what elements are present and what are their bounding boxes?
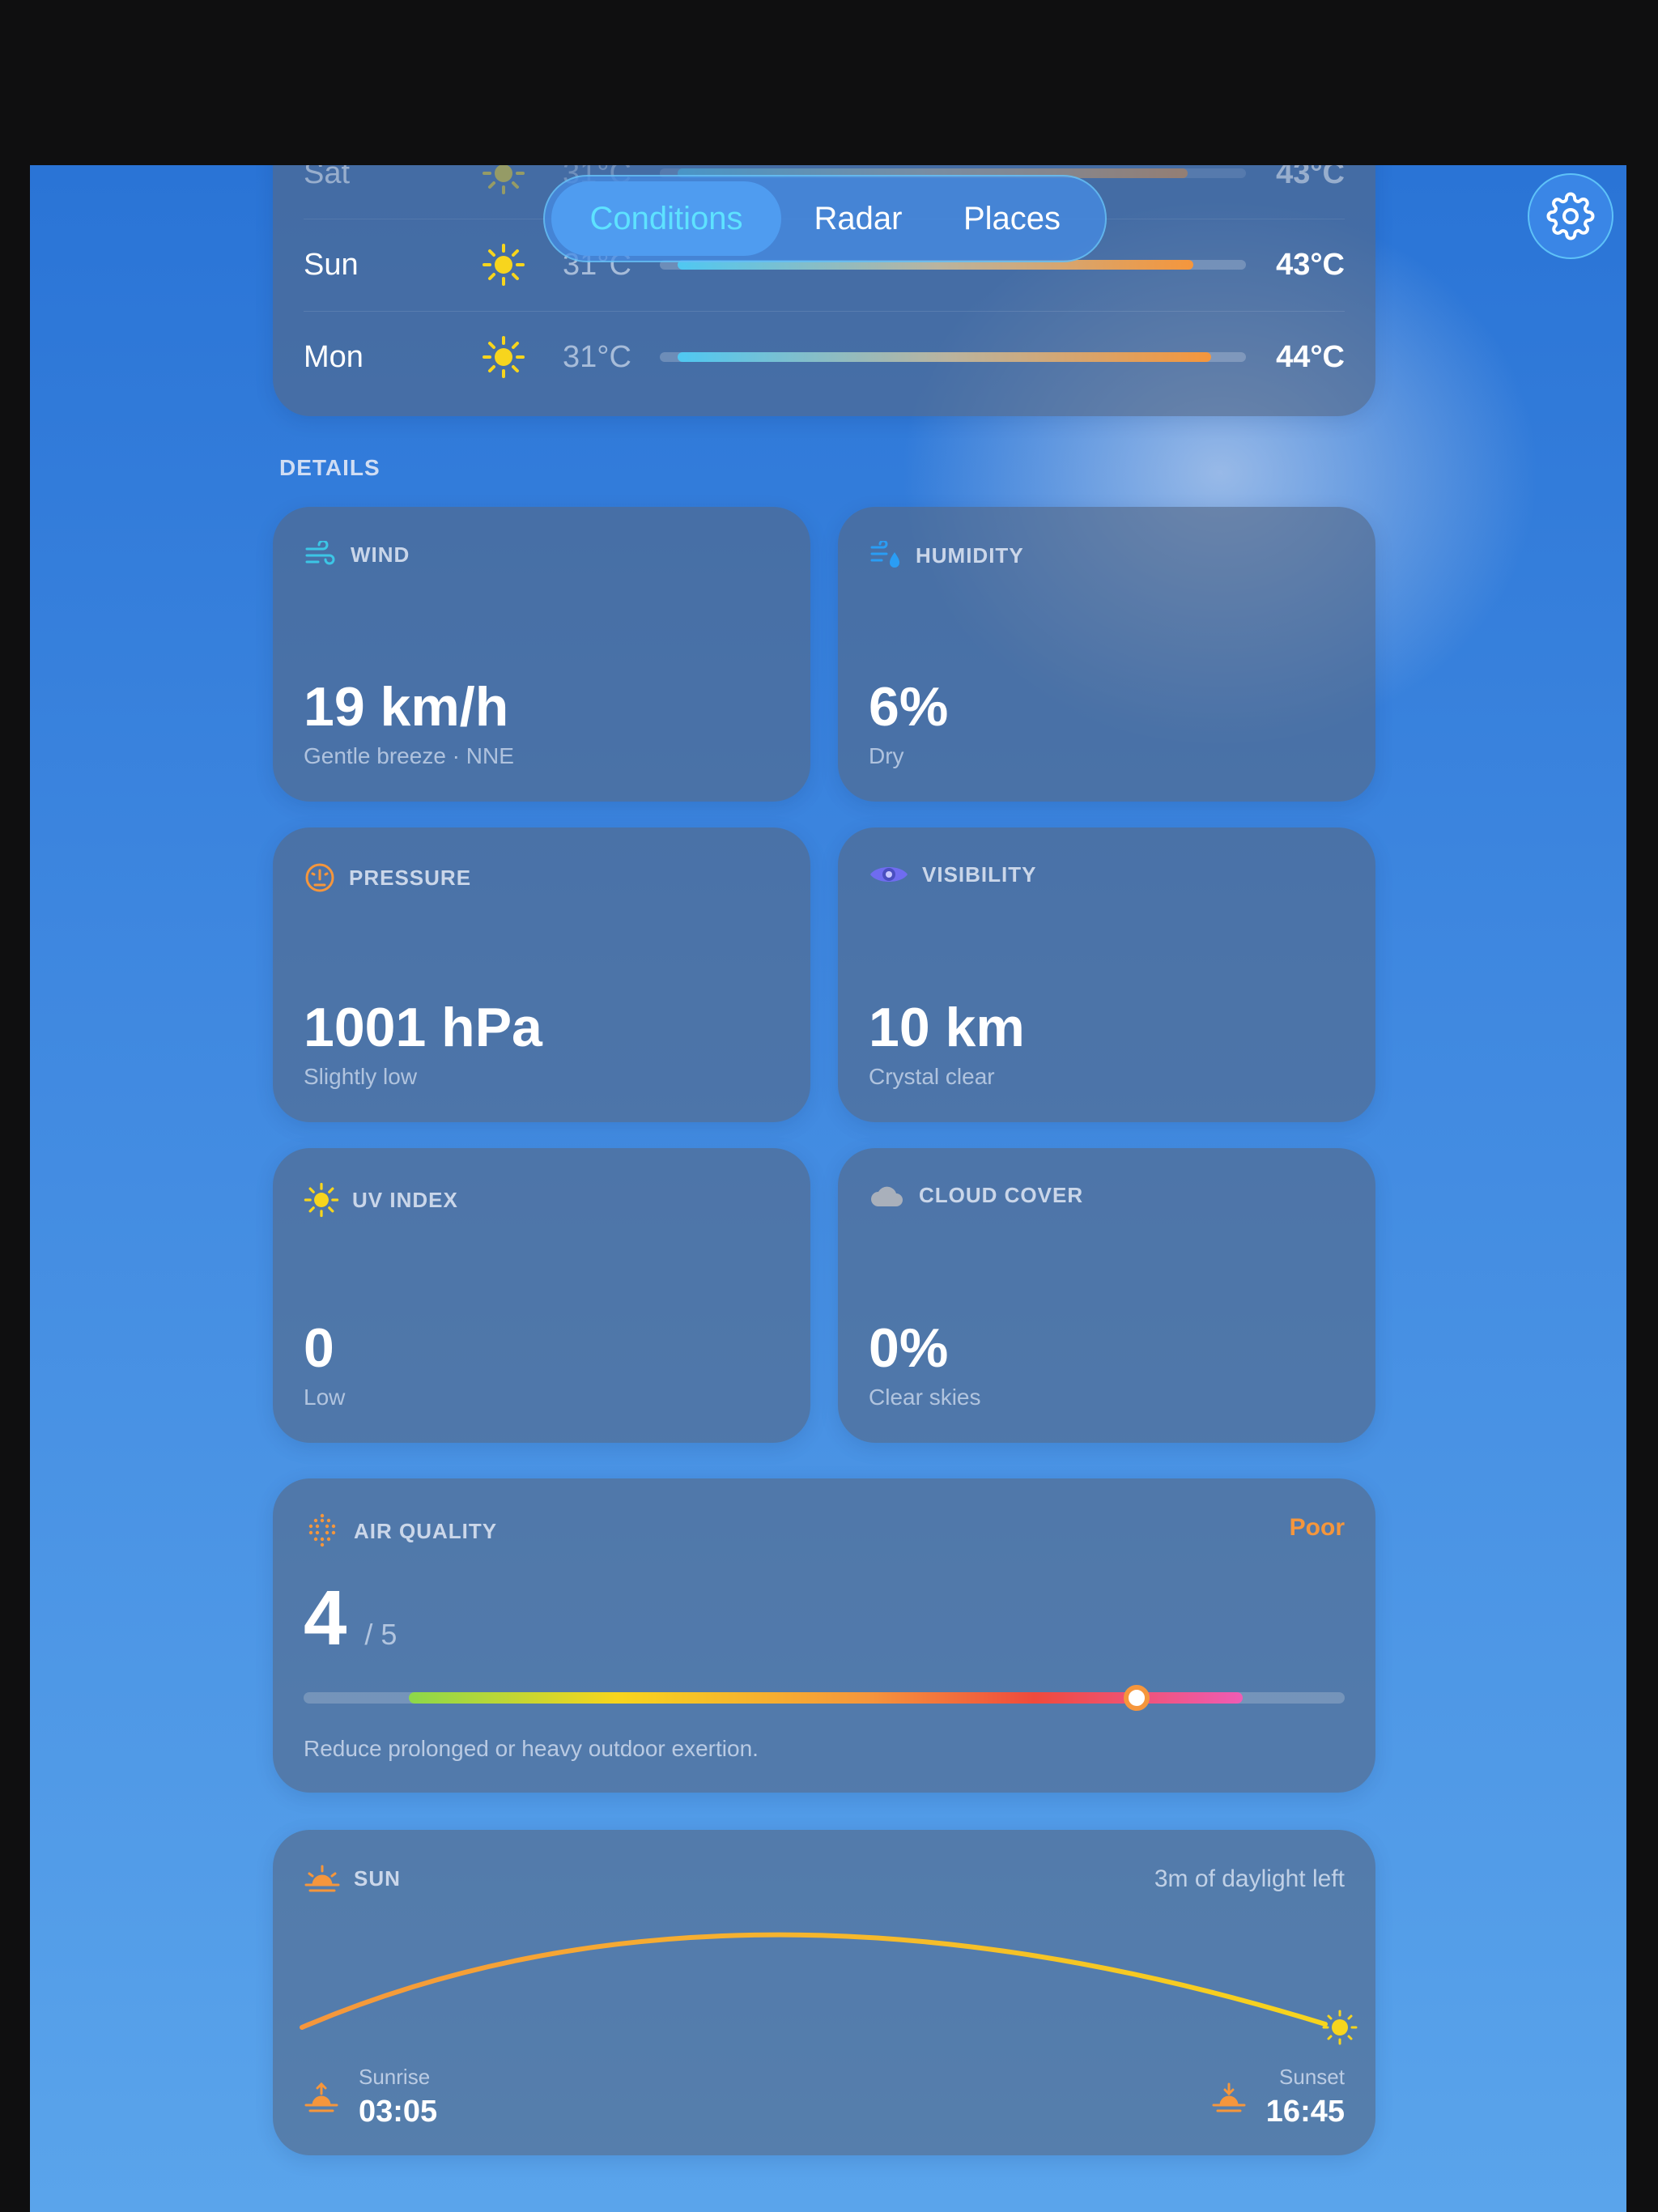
air-quality-advice: Reduce prolonged or heavy outdoor exerti… xyxy=(304,1736,759,1761)
uv-card-header: UV INDEX xyxy=(304,1182,458,1218)
tab-conditions[interactable]: Conditions xyxy=(551,181,781,256)
air-quality-header: AIR QUALITY xyxy=(304,1512,497,1550)
humidity-value: 6% xyxy=(869,676,949,738)
uv-value: 0 xyxy=(304,1317,334,1379)
visibility-label: VISIBILITY xyxy=(922,861,1037,887)
humidity-label: HUMIDITY xyxy=(916,542,1024,568)
cloud-description: Clear skies xyxy=(869,1385,981,1410)
eye-icon xyxy=(870,867,908,882)
forecast-day: Sat xyxy=(304,165,351,190)
humidity-icon xyxy=(870,541,899,568)
sun-card[interactable]: SUN 3m of daylight left Sunrise 03:05 Su… xyxy=(273,1830,1375,2155)
view-tab-bar: Conditions Radar Places xyxy=(543,175,1107,262)
temp-range-fill xyxy=(677,352,1211,362)
sunset-label: Sunset xyxy=(1279,2065,1345,2089)
cloud-card-header: CLOUD COVER xyxy=(869,1182,1083,1208)
gear-icon xyxy=(1546,192,1595,240)
humidity-card[interactable]: HUMIDITY 6% Dry xyxy=(838,507,1375,802)
uv-label: UV INDEX xyxy=(352,1187,458,1212)
sunrise-time: 03:05 xyxy=(359,2095,438,2129)
visibility-card-header: VISIBILITY xyxy=(869,861,1036,887)
uv-description: Low xyxy=(304,1385,346,1410)
details-section-label: DETAILS xyxy=(279,455,380,480)
forecast-day: Mon xyxy=(304,339,363,374)
tab-radar[interactable]: Radar xyxy=(781,181,935,256)
wind-description: Gentle breeze · NNE xyxy=(304,743,514,768)
sunset-arrow-icon xyxy=(1212,2082,1246,2112)
sunset-time: 16:45 xyxy=(1265,2095,1345,2129)
sunset-text: Sunset 16:45 xyxy=(1266,2065,1345,2129)
air-quality-meter xyxy=(304,1685,1345,1711)
wind-icon xyxy=(305,541,335,565)
sunrise-arrow-icon xyxy=(304,2082,338,2112)
current-sun-icon xyxy=(1322,2010,1358,2045)
sun-icon xyxy=(482,243,563,287)
pressure-card[interactable]: PRESSURE 1001 hPa Slightly low xyxy=(273,827,810,1122)
sunset-info: Sunset 16:45 xyxy=(1211,2065,1345,2129)
air-quality-card[interactable]: AIR QUALITY Poor 4 / 5 Reduce prolonged … xyxy=(273,1478,1375,1793)
sunrise-text: Sunrise 03:05 xyxy=(359,2065,437,2129)
cloud-value: 0% xyxy=(869,1317,949,1379)
sun-path-arc xyxy=(300,1932,1358,2045)
sun-arc-line xyxy=(300,1932,1328,2030)
visibility-value: 10 km xyxy=(869,997,1025,1058)
forecast-high: 43°C xyxy=(1276,165,1345,190)
visibility-description: Crystal clear xyxy=(869,1064,995,1089)
pressure-value: 1001 hPa xyxy=(304,997,542,1058)
wind-card[interactable]: WIND 19 km/h Gentle breeze · NNE xyxy=(273,507,810,802)
forecast-row-mon[interactable]: Mon 31°C 44°C xyxy=(304,311,1345,402)
sun-icon xyxy=(304,1182,339,1218)
pressure-card-header: PRESSURE xyxy=(304,861,471,894)
forecast-high: 44°C xyxy=(1276,339,1345,374)
air-quality-value: 4 xyxy=(304,1575,347,1661)
cloud-icon xyxy=(871,1186,903,1206)
uv-index-card[interactable]: UV INDEX 0 Low xyxy=(273,1148,810,1443)
air-quality-label: AIR QUALITY xyxy=(354,1518,498,1543)
air-particles-icon xyxy=(308,1513,336,1547)
forecast-day: Sun xyxy=(304,247,359,282)
app-screen: Sat 31°C 43°C Sun 31°C 43°C Mon 31°C 44°… xyxy=(30,165,1626,2212)
visibility-card[interactable]: VISIBILITY 10 km Crystal clear xyxy=(838,827,1375,1122)
sunrise-info: Sunrise 03:05 xyxy=(304,2065,437,2129)
cloud-cover-card[interactable]: CLOUD COVER 0% Clear skies xyxy=(838,1148,1375,1443)
air-quality-meter-gradient xyxy=(409,1692,1243,1704)
forecast-low: 31°C xyxy=(563,339,631,374)
sunrise-label: Sunrise xyxy=(359,2065,431,2089)
gauge-icon xyxy=(305,863,334,892)
air-quality-marker xyxy=(1123,1685,1150,1711)
wind-card-header: WIND xyxy=(304,541,410,568)
tab-places[interactable]: Places xyxy=(935,181,1089,256)
humidity-description: Dry xyxy=(869,743,904,768)
air-quality-status: Poor xyxy=(1289,1514,1345,1541)
wind-label: WIND xyxy=(351,542,410,567)
forecast-high: 43°C xyxy=(1276,247,1345,282)
pressure-label: PRESSURE xyxy=(349,865,472,890)
sun-icon xyxy=(482,165,563,195)
cloud-label: CLOUD COVER xyxy=(919,1182,1084,1207)
wind-value: 19 km/h xyxy=(304,676,509,738)
humidity-card-header: HUMIDITY xyxy=(869,541,1024,570)
sun-icon xyxy=(482,335,563,379)
temp-range-bar xyxy=(660,352,1246,362)
air-quality-score: 4 / 5 xyxy=(304,1574,397,1663)
air-quality-scale: / 5 xyxy=(364,1618,397,1651)
pressure-description: Slightly low xyxy=(304,1064,418,1089)
settings-button[interactable] xyxy=(1528,173,1613,259)
